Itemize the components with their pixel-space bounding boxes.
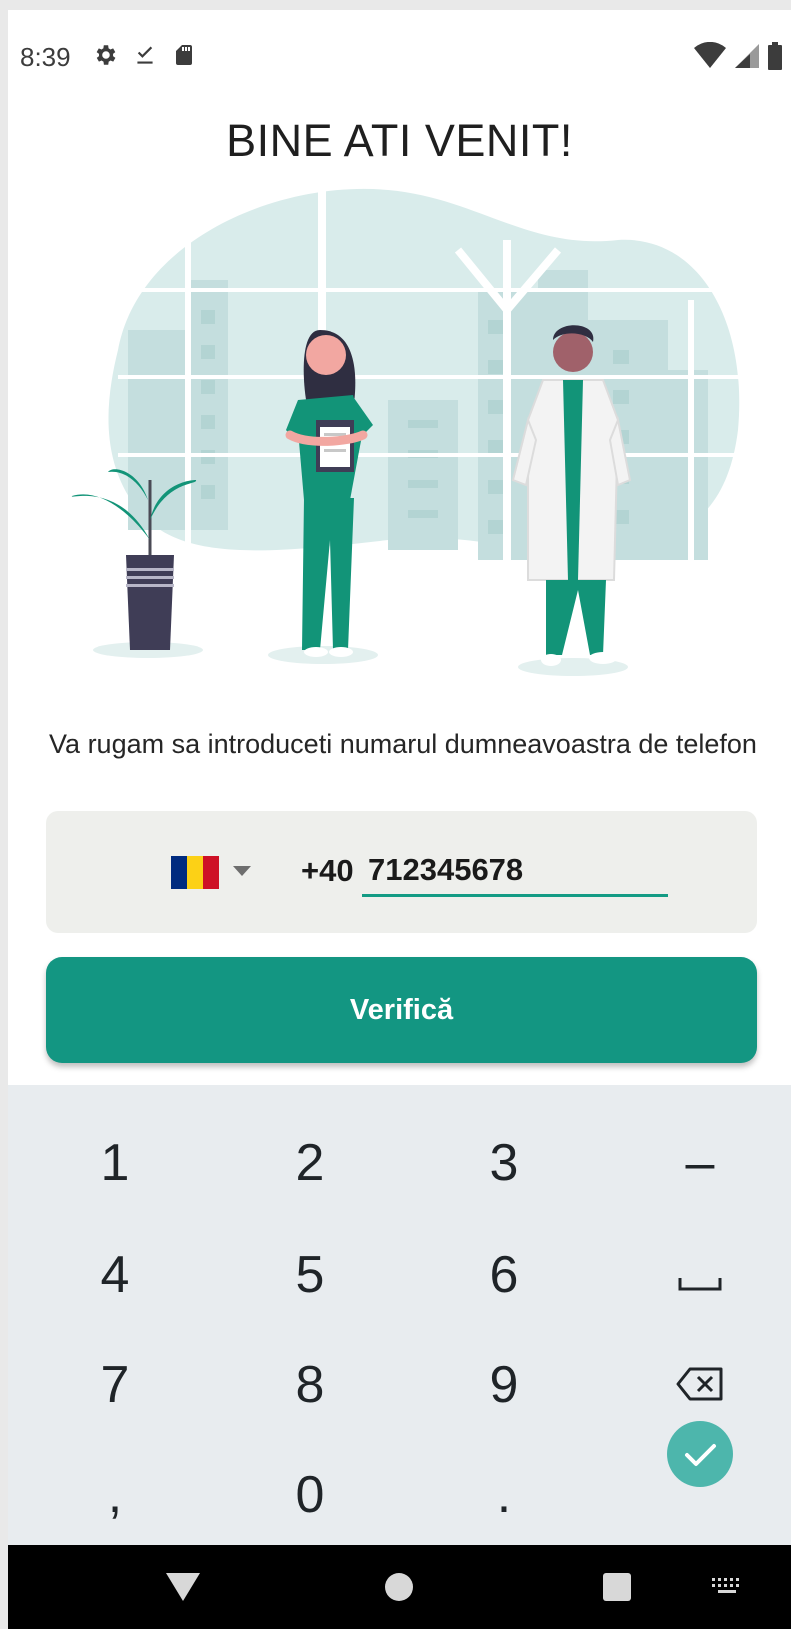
sd-card-icon (172, 42, 196, 73)
country-picker[interactable] (171, 855, 261, 889)
key-comma[interactable]: , (40, 1445, 190, 1545)
done-check-icon (666, 1420, 734, 1501)
key-done[interactable] (625, 1410, 775, 1510)
wifi-icon (693, 41, 727, 75)
key-3[interactable]: 3 (429, 1113, 579, 1213)
download-done-icon (132, 42, 158, 73)
key-4[interactable]: 4 (40, 1225, 190, 1325)
phone-input-card: +40 (46, 811, 757, 933)
app-screen: 8:39 BINE ATI VENIT! Va rugam sa introdu… (8, 10, 791, 1629)
key-2[interactable]: 2 (235, 1113, 385, 1213)
space-icon (678, 1245, 722, 1305)
dial-code: +40 (301, 853, 354, 888)
settings-icon (92, 42, 118, 73)
doctors-illustration (58, 180, 768, 700)
status-bar: 8:39 (8, 10, 791, 110)
key-period[interactable]: . (429, 1445, 579, 1545)
keyboard-switch-icon[interactable] (712, 1578, 744, 1599)
page-title: BINE ATI VENIT! (226, 115, 573, 166)
key-1[interactable]: 1 (40, 1113, 190, 1213)
key-6[interactable]: 6 (429, 1225, 579, 1325)
battery-icon (767, 42, 783, 75)
romania-flag-icon (171, 855, 219, 889)
key-0[interactable]: 0 (235, 1445, 385, 1545)
status-icons-left (92, 42, 196, 73)
flag-stripe-red (203, 855, 219, 889)
key-dash[interactable]: – (625, 1113, 775, 1213)
home-icon[interactable] (384, 1572, 414, 1607)
numeric-keyboard: 1 2 3 – 4 5 6 7 8 9 , 0 . (8, 1085, 791, 1545)
dropdown-arrow-icon (233, 863, 251, 881)
key-8[interactable]: 8 (235, 1335, 385, 1435)
navigation-bar (8, 1545, 791, 1629)
flag-stripe-yellow (187, 855, 203, 889)
key-7[interactable]: 7 (40, 1335, 190, 1435)
cell-signal-icon (733, 42, 761, 75)
back-icon[interactable] (166, 1571, 200, 1606)
status-time: 8:39 (20, 42, 71, 72)
key-9[interactable]: 9 (429, 1335, 579, 1435)
instruction-text: Va rugam sa introduceti numarul dumneavo… (49, 729, 757, 759)
phone-number-input[interactable] (362, 845, 668, 897)
key-5[interactable]: 5 (235, 1225, 385, 1325)
backspace-icon (675, 1355, 725, 1415)
key-space[interactable] (625, 1225, 775, 1325)
recents-icon[interactable] (602, 1572, 632, 1607)
flag-stripe-blue (171, 855, 187, 889)
status-icons-right (693, 41, 783, 75)
verify-button[interactable]: Verifică (46, 957, 757, 1063)
